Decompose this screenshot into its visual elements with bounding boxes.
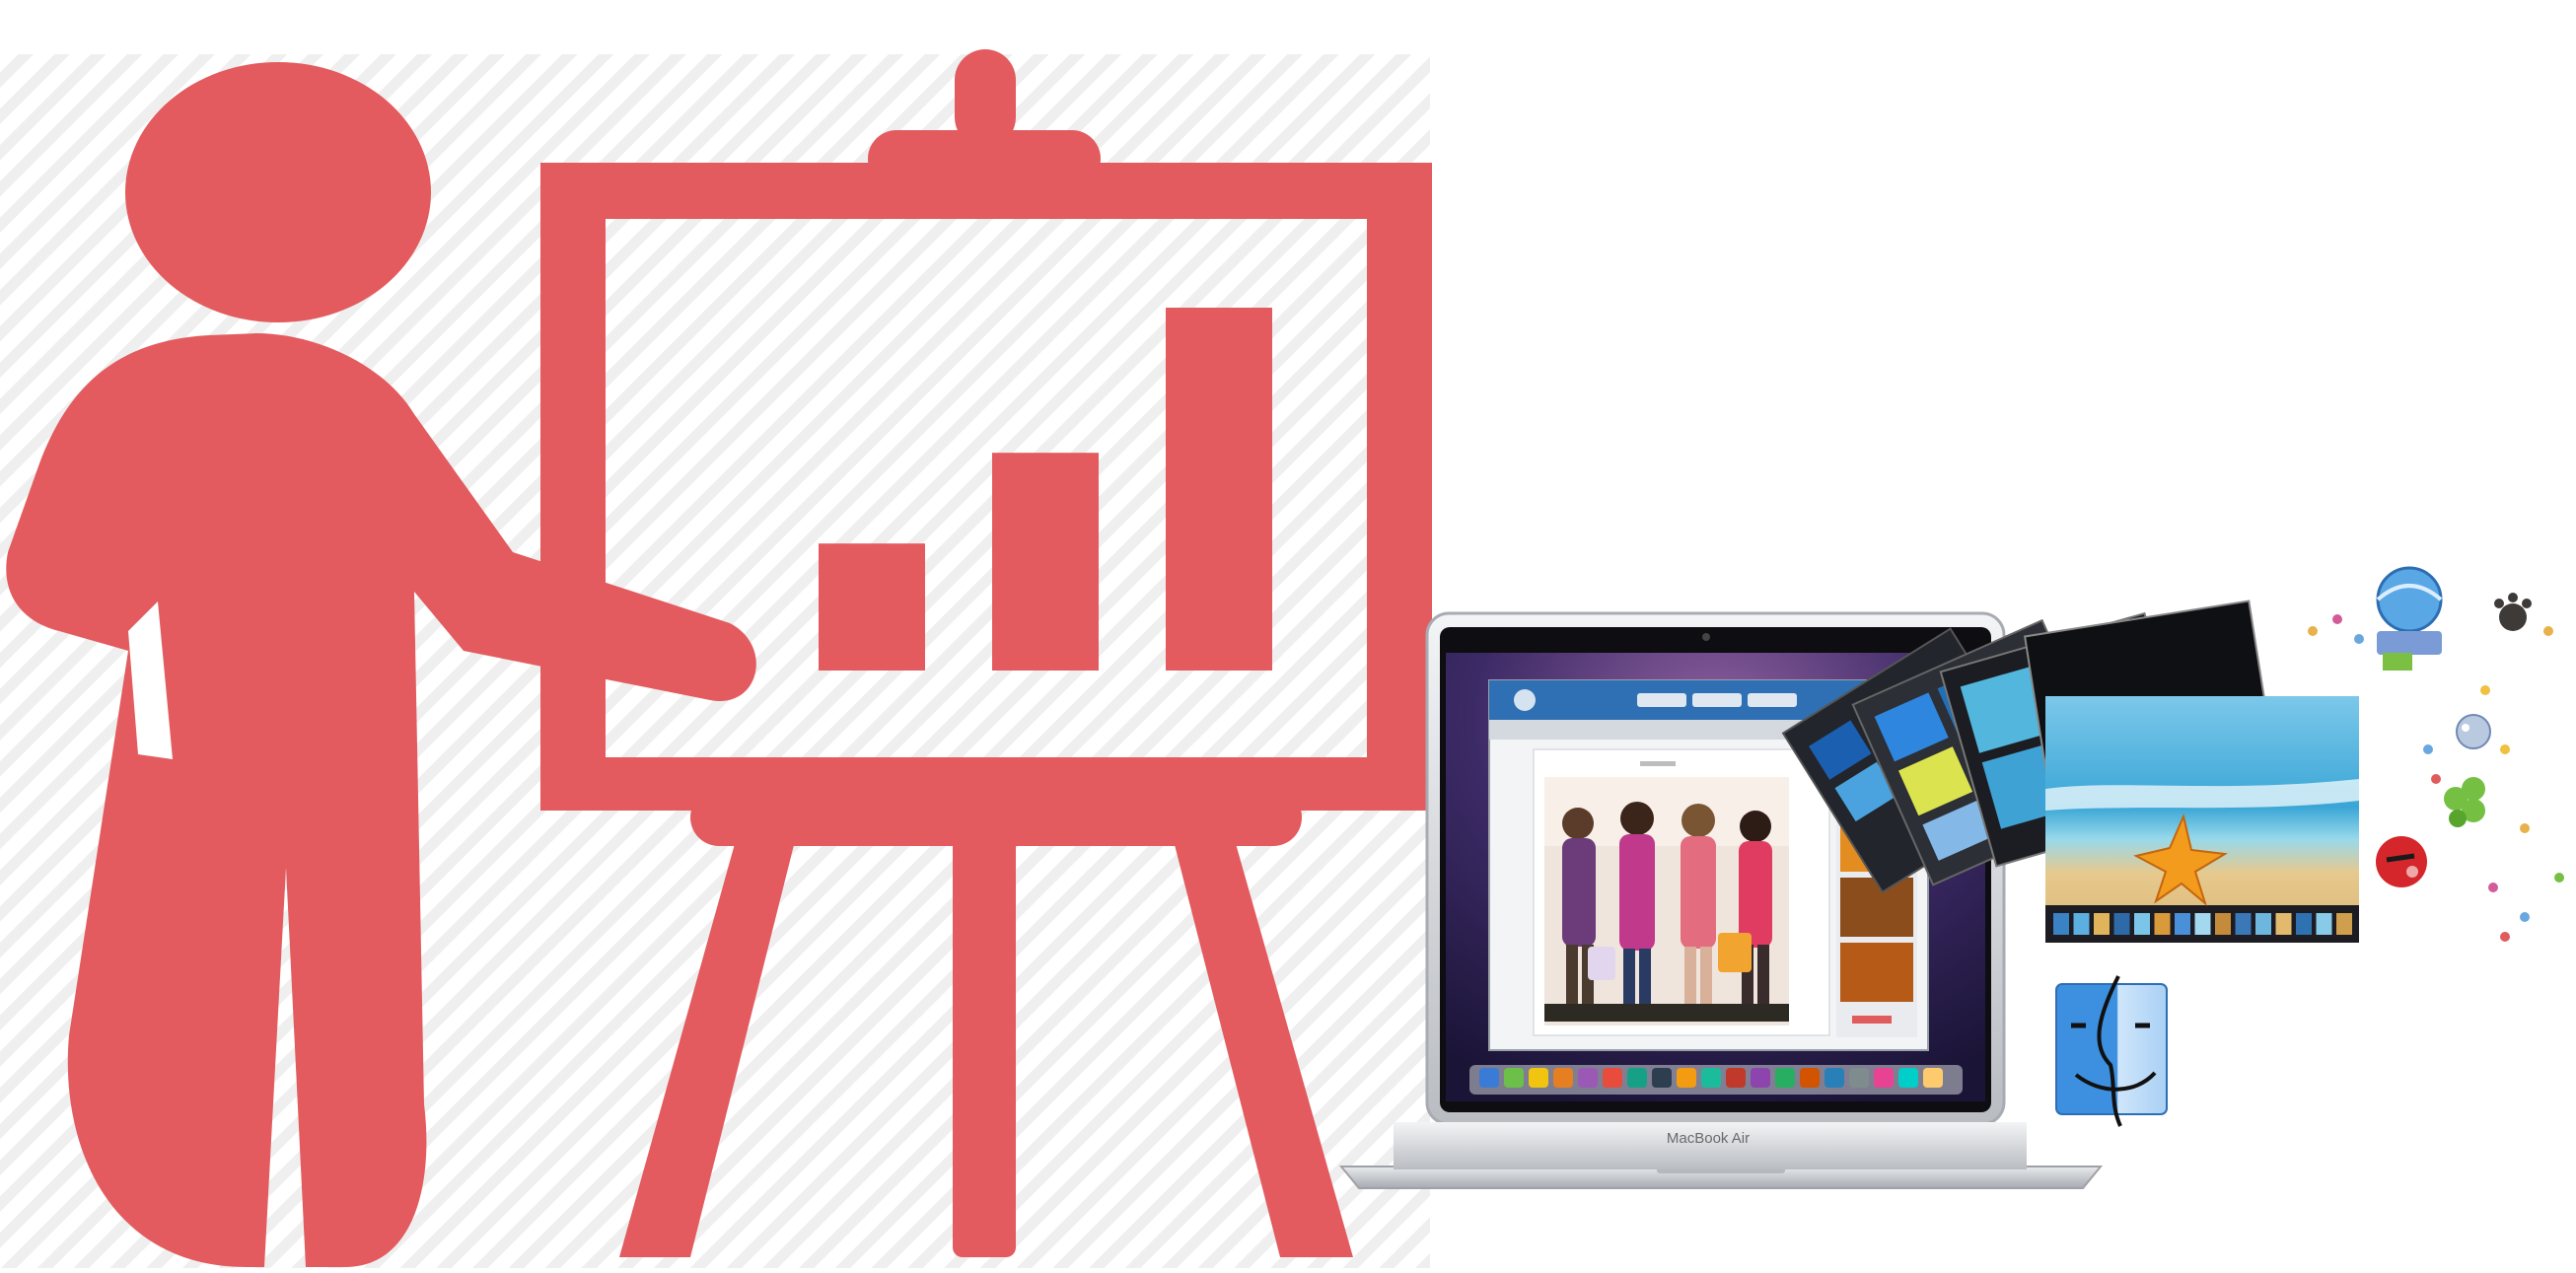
dock-app-icon — [1751, 1068, 1770, 1088]
dock-app-icon — [1603, 1068, 1622, 1088]
dock-app-icon — [1677, 1068, 1696, 1088]
strip-thumbnail — [2235, 913, 2252, 935]
illustration-canvas: MacBook Air — [0, 49, 2564, 1268]
strip-thumbnail — [2154, 913, 2171, 935]
dock-app-icon — [1627, 1068, 1647, 1088]
sparkle-dot — [2431, 774, 2441, 784]
dock-app-icon — [1874, 1068, 1894, 1088]
clover-icon — [2444, 777, 2485, 827]
ladybug-icon — [2376, 836, 2427, 887]
easel-leg-center — [953, 833, 1016, 1257]
dock-app-icon — [1479, 1068, 1499, 1088]
dock-app-icon — [1800, 1068, 1820, 1088]
dock-app-icon — [1578, 1068, 1598, 1088]
dock-app-icon — [1849, 1068, 1869, 1088]
sparkle-dot — [2500, 744, 2510, 754]
sparkle-dot — [2308, 626, 2318, 636]
dock-app-icon — [1825, 1068, 1844, 1088]
strip-thumbnail — [2175, 913, 2190, 935]
sparkle-dot — [2554, 873, 2564, 883]
dock-app-icon — [1652, 1068, 1672, 1088]
thumbnail-strip — [2053, 913, 2352, 935]
person-head — [125, 62, 431, 322]
laptop-brand-label: MacBook Air — [1667, 1130, 1750, 1147]
bubble-icon — [2456, 714, 2491, 749]
strip-thumbnail — [2194, 913, 2211, 935]
sparkle-dot — [2520, 823, 2530, 833]
dock — [1469, 1065, 1963, 1095]
dock-app-icon — [1529, 1068, 1548, 1088]
strip-thumbnail — [2296, 913, 2312, 935]
chart-bar-low — [819, 543, 925, 671]
dock-app-icon — [1923, 1068, 1943, 1088]
sparkle-dot — [2488, 883, 2498, 892]
beach-photo-icon — [2045, 696, 2359, 943]
strip-thumbnail — [2053, 913, 2069, 935]
sparkle-dot — [2520, 912, 2530, 922]
sparkle-dot — [2480, 685, 2490, 695]
dock-app-icon — [1726, 1068, 1746, 1088]
dock-app-icon — [1504, 1068, 1524, 1088]
dock-app-icon — [1775, 1068, 1795, 1088]
sparkle-dot — [2543, 626, 2553, 636]
strip-thumbnail — [2113, 913, 2130, 935]
illustration-stage: MacBook Air — [0, 0, 2576, 1268]
sparkle-dot — [2500, 932, 2510, 942]
sparkle-dot — [2423, 744, 2433, 754]
strip-thumbnail — [2336, 913, 2352, 935]
paw-icon — [2494, 593, 2532, 631]
dock-app-icon — [1898, 1068, 1918, 1088]
sparkle-dot — [2332, 614, 2342, 624]
strip-thumbnail — [2215, 913, 2231, 935]
strip-thumbnail — [2094, 913, 2110, 935]
strip-thumbnail — [2316, 913, 2332, 935]
finder-icon — [2055, 975, 2168, 1127]
chart-bar-high — [1166, 308, 1272, 671]
dock-app-icon — [1553, 1068, 1573, 1088]
strip-thumbnail — [2134, 913, 2150, 935]
dock-app-icon — [1701, 1068, 1721, 1088]
strip-thumbnail — [2255, 913, 2271, 935]
globe-icon — [2376, 566, 2443, 671]
sparkle-dot — [2354, 634, 2364, 644]
chart-bar-mid — [992, 453, 1099, 671]
strip-thumbnail — [2073, 913, 2090, 935]
strip-thumbnail — [2275, 913, 2292, 935]
